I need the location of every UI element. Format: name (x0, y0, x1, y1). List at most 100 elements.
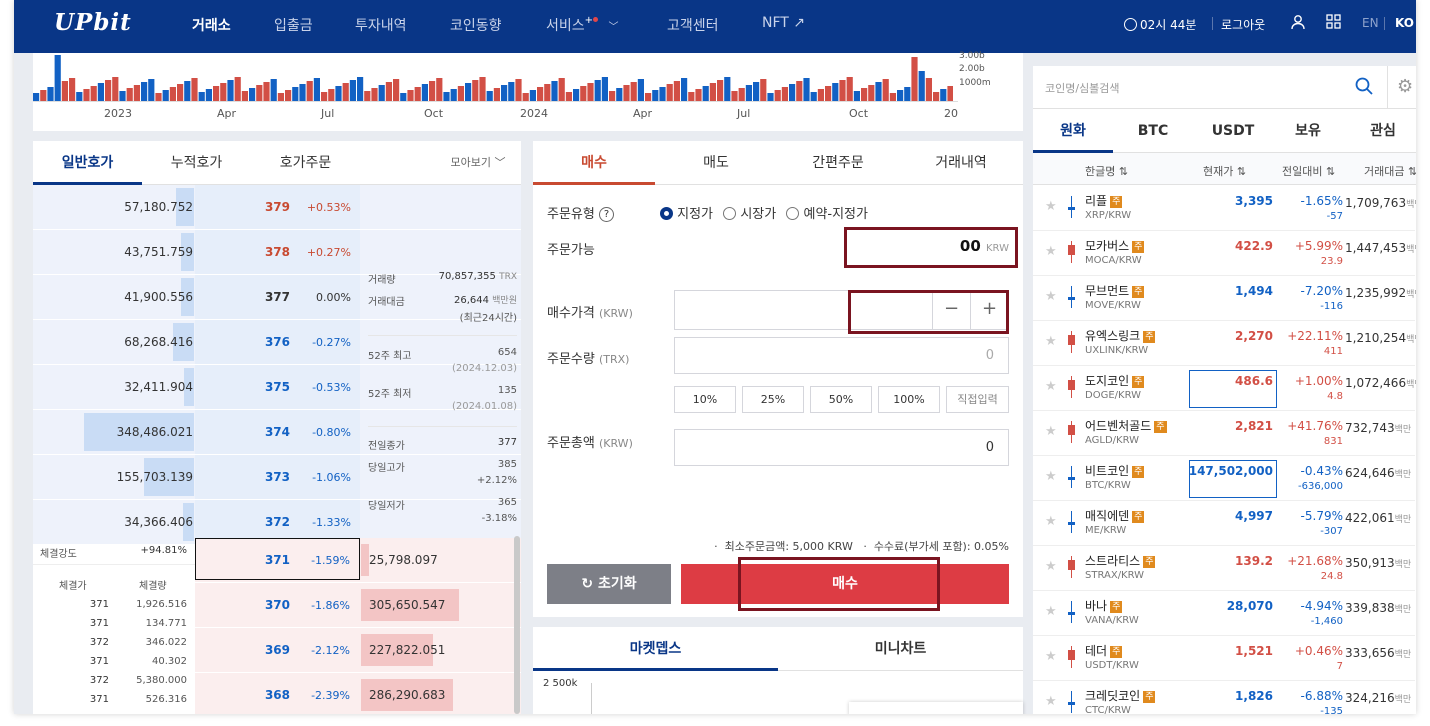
gear-icon[interactable]: ⚙ (1397, 76, 1413, 97)
tab-holdings[interactable]: 보유 (1273, 109, 1343, 153)
nav-investments[interactable]: 투자내역 (355, 15, 407, 35)
coin-row[interactable]: ★ 크레딧코인 주 CTC/KRW 1,826 -6.88% -135 324,216백만 (1033, 681, 1415, 714)
coin-name[interactable]: 도지코인 주 (1085, 372, 1145, 389)
star-icon[interactable]: ★ (1045, 424, 1057, 439)
coin-row[interactable]: ★ 바나 주 VANA/KRW 28,070 -4.94% -1,460 339,838백만 (1033, 591, 1415, 636)
tab-btc[interactable]: BTC (1113, 109, 1193, 153)
bid-price[interactable]: 369 (195, 643, 290, 657)
tab-orderbook-order[interactable]: 호가주문 (251, 141, 360, 185)
star-icon[interactable]: ★ (1045, 379, 1057, 394)
star-icon[interactable]: ★ (1045, 694, 1057, 709)
ask-row[interactable]: 155,703.139 373 -1.06% (33, 455, 521, 500)
tab-buy[interactable]: 매수 (533, 141, 655, 185)
grid-menu-icon[interactable] (1326, 14, 1341, 32)
coin-row[interactable]: ★ 테더 주 USDT/KRW 1,521 +0.46% 7 333,656백만 (1033, 636, 1415, 681)
col-change[interactable]: 전일대비 ⇅ (1282, 163, 1335, 179)
radio-icon[interactable] (723, 207, 737, 220)
coin-name[interactable]: 모카버스 주 (1085, 237, 1145, 254)
group-view-dropdown[interactable]: 모아보기 ﹀ (433, 141, 521, 185)
coin-row[interactable]: ★ 어드벤처골드 주 AGLD/KRW 2,821 +41.76% 831 732,743백만 (1033, 411, 1415, 456)
col-name[interactable]: 한글명 ⇅ (1085, 163, 1128, 179)
tab-quick-order[interactable]: 간편주문 (777, 141, 899, 185)
ask-row[interactable]: 348,486.021 374 -0.80% (33, 410, 521, 455)
star-icon[interactable]: ★ (1045, 199, 1057, 214)
radio-market[interactable]: 시장가 (740, 207, 776, 222)
ask-row[interactable]: 57,180.752 379 +0.53% (33, 185, 521, 230)
order-type-radio[interactable]: 지정가 시장가 예약-지정가 (660, 203, 868, 222)
ask-row[interactable]: 32,411.904 375 -0.53% (33, 365, 521, 410)
ask-price[interactable]: 379 (195, 200, 290, 214)
coin-name[interactable]: 매직에덴 주 (1085, 507, 1145, 524)
nav-services[interactable]: 서비스+ ﹀ (546, 15, 618, 35)
orderbook-scrollbar[interactable] (514, 536, 520, 714)
bid-row[interactable]: 370 -1.86% 305,650.547 (195, 583, 521, 628)
pct-25-button[interactable]: 25% (742, 386, 804, 413)
nav-deposit[interactable]: 입출금 (274, 15, 313, 35)
coin-row[interactable]: ★ 매직에덴 주 ME/KRW 4,997 -5.79% -307 422,061백만 (1033, 501, 1415, 546)
bid-price[interactable]: 370 (195, 598, 290, 612)
coin-name[interactable]: 테더 주 (1085, 642, 1123, 659)
radio-checked-icon[interactable] (660, 207, 673, 220)
coin-name[interactable]: 비트코인 주 (1085, 462, 1145, 479)
radio-limit[interactable]: 지정가 (677, 207, 713, 222)
nav-coin-trends[interactable]: 코인동향 (450, 15, 502, 35)
tab-normal-orderbook[interactable]: 일반호가 (33, 141, 142, 185)
ask-price[interactable]: 376 (195, 335, 290, 349)
coin-row[interactable]: ★ 스트라티스 주 STRAX/KRW 139.2 +21.68% 24.8 350,913백… (1033, 546, 1415, 591)
tab-favorites[interactable]: 관심 (1343, 109, 1416, 153)
total-input[interactable]: 0 (674, 429, 1009, 466)
star-icon[interactable]: ★ (1045, 559, 1057, 574)
bid-price[interactable]: 368 (195, 688, 290, 702)
coin-name[interactable]: 어드벤처골드 주 (1085, 417, 1167, 434)
coin-row[interactable]: ★리플주XRP/KRW3,395-1.65%-571,709,763백만 (1033, 186, 1416, 231)
tab-sell[interactable]: 매도 (655, 141, 777, 185)
nav-customer-center[interactable]: 고객센터 (667, 15, 719, 35)
star-icon[interactable]: ★ (1045, 604, 1057, 619)
ask-price[interactable]: 373 (195, 470, 290, 484)
ask-price[interactable]: 372 (195, 515, 290, 529)
radio-icon[interactable] (786, 207, 800, 220)
coin-row[interactable]: ★ 비트코인 주 BTC/KRW 147,502,000 -0.43% -636,000 62… (1033, 456, 1415, 501)
quantity-input[interactable]: 0 (674, 337, 1009, 374)
upbit-logo[interactable]: UPbit (54, 9, 132, 36)
coin-name[interactable]: 스트라티스 주 (1085, 552, 1156, 569)
help-icon[interactable]: ? (598, 207, 614, 222)
reset-button[interactable]: ↻ 초기화 (547, 564, 671, 604)
session-timer[interactable]: 02시 44분 (1124, 16, 1196, 33)
star-icon[interactable]: ★ (1045, 514, 1057, 529)
tab-krw[interactable]: 원화 (1033, 109, 1113, 153)
coin-search-input[interactable]: 코인명/심볼검색 (1045, 80, 1120, 96)
bid-row[interactable]: 369 -2.12% 227,822.051 (195, 628, 521, 673)
coin-row[interactable]: ★ 유엑스링크 주 UXLINK/KRW 2,270 +22.11% 411 1,210,25… (1033, 321, 1416, 366)
ask-row[interactable]: 43,751.759 378 +0.27% (33, 230, 521, 275)
coin-name[interactable]: 바나 주 (1085, 597, 1123, 614)
star-icon[interactable]: ★ (1045, 649, 1057, 664)
star-icon[interactable]: ★ (1045, 469, 1057, 484)
lang-ko[interactable]: KO (1395, 16, 1414, 30)
bid-price[interactable]: 371 (195, 553, 290, 567)
lang-en[interactable]: EN (1362, 16, 1379, 30)
coin-name[interactable]: 무브먼트 주 (1085, 282, 1145, 299)
coin-name[interactable]: 유엑스링크 주 (1085, 327, 1156, 344)
coin-row[interactable]: ★도지코인주DOGE/KRW486.6+1.00%4.81,072,466백만 (1033, 366, 1416, 411)
coin-row[interactable]: ★모카버스주MOCA/KRW422.9+5.99%23.91,447,453백만 (1033, 231, 1416, 276)
tab-mini-chart[interactable]: 미니차트 (778, 627, 1023, 671)
bid-row[interactable]: 371 -1.59% 25,798.097 (195, 538, 521, 583)
pct-50-button[interactable]: 50% (810, 386, 872, 413)
coin-name[interactable]: 리플 주 (1085, 192, 1123, 209)
coin-name[interactable]: 크레딧코인 주 (1085, 687, 1156, 704)
star-icon[interactable]: ★ (1045, 244, 1057, 259)
tab-trade-history[interactable]: 거래내역 (899, 141, 1023, 185)
ask-price[interactable]: 375 (195, 380, 290, 394)
nav-exchange[interactable]: 거래소 (192, 15, 231, 35)
direct-input-button[interactable]: 직접입력 (946, 386, 1009, 413)
radio-reserved-limit[interactable]: 예약-지정가 (803, 207, 868, 222)
tab-usdt[interactable]: USDT (1193, 109, 1273, 153)
tab-market-depth[interactable]: 마켓뎁스 (533, 627, 778, 671)
pct-10-button[interactable]: 10% (674, 386, 736, 413)
search-icon[interactable] (1355, 77, 1373, 98)
nav-nft[interactable]: NFT ↗ (762, 15, 805, 31)
tab-cumulative-orderbook[interactable]: 누적호가 (142, 141, 251, 185)
col-volume[interactable]: 거래대금 ⇅ (1364, 163, 1416, 179)
col-price[interactable]: 현재가 ⇅ (1203, 163, 1246, 179)
